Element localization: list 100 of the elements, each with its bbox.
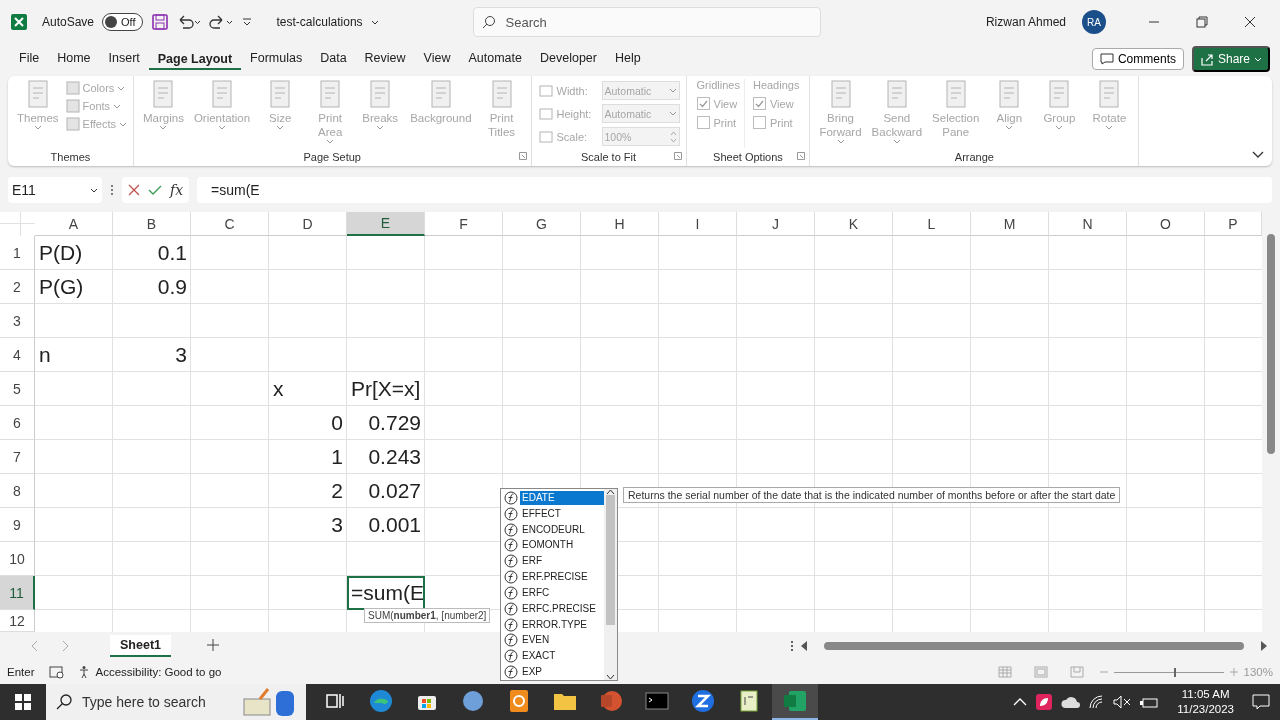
name-box[interactable]: E11 xyxy=(8,177,102,203)
notepad-icon[interactable] xyxy=(738,689,760,713)
scroll-up-icon[interactable] xyxy=(606,489,615,495)
autocomplete-item[interactable]: ERF.PRECISE xyxy=(520,570,590,585)
column-header[interactable]: K xyxy=(815,212,893,236)
speaker-muted-icon[interactable] xyxy=(1113,695,1132,709)
row-header[interactable]: 9 xyxy=(0,508,35,542)
column-header[interactable]: J xyxy=(737,212,815,236)
formula-field[interactable]: =sum(E xyxy=(197,177,1272,203)
scroll-left-icon[interactable] xyxy=(800,641,808,651)
column-header[interactable]: C xyxy=(191,212,269,236)
cloud-icon[interactable] xyxy=(1061,695,1082,709)
menu-tab[interactable]: Home xyxy=(48,47,100,71)
insert-function-button[interactable]: fx xyxy=(170,182,184,198)
autocomplete-item[interactable]: ERFC.PRECISE xyxy=(520,601,598,616)
document-app-icon[interactable] xyxy=(508,689,530,713)
autosave-toggle[interactable]: Off xyxy=(102,13,143,31)
file-name[interactable]: test-calculations xyxy=(276,15,363,29)
row-header[interactable]: 7 xyxy=(0,440,35,474)
menu-tab[interactable]: Developer xyxy=(531,47,606,71)
row-header[interactable]: 1 xyxy=(0,236,35,270)
menu-tab[interactable]: Data xyxy=(311,47,356,71)
row-header[interactable]: 8 xyxy=(0,474,35,508)
row-header[interactable]: 10 xyxy=(0,542,35,576)
column-header[interactable]: N xyxy=(1049,212,1127,236)
row-header[interactable]: 3 xyxy=(0,304,35,338)
cancel-icon[interactable] xyxy=(128,184,140,196)
row-header[interactable]: 12 xyxy=(0,610,35,632)
autocomplete-item[interactable]: EDATE xyxy=(520,490,604,505)
menu-tab[interactable]: View xyxy=(414,47,460,71)
menu-tab[interactable]: File xyxy=(10,47,49,71)
start-icon[interactable] xyxy=(15,694,31,710)
column-header[interactable]: B xyxy=(113,212,191,236)
caret-icon xyxy=(1005,125,1014,130)
close-icon[interactable] xyxy=(1244,16,1256,28)
column-header[interactable]: E xyxy=(347,212,425,236)
column-header[interactable]: A xyxy=(35,212,113,236)
cell-editor[interactable]: =sum(E xyxy=(347,576,425,610)
menu-tab[interactable]: Review xyxy=(355,47,415,71)
autocomplete-item[interactable]: ERFC xyxy=(520,585,552,600)
column-header[interactable]: P xyxy=(1205,212,1262,236)
scroll-down-icon[interactable] xyxy=(606,674,615,680)
zoom-slider-thumb[interactable] xyxy=(1174,667,1177,677)
customize-icon[interactable] xyxy=(240,16,253,28)
column-header[interactable]: O xyxy=(1127,212,1205,236)
search-field[interactable]: Search xyxy=(472,7,821,37)
redo-icon[interactable] xyxy=(208,14,233,30)
autocomplete-item[interactable]: ERROR.TYPE xyxy=(520,617,589,632)
autocomplete-item[interactable]: EFFECT xyxy=(520,506,563,521)
row-header[interactable]: 6 xyxy=(0,406,35,440)
task-view-icon[interactable] xyxy=(325,691,345,711)
taskbar-search-field[interactable]: Type here to search xyxy=(46,684,306,720)
restore-icon[interactable] xyxy=(1196,16,1208,28)
row-header[interactable]: 2 xyxy=(0,270,35,304)
menu-tab[interactable]: Formulas xyxy=(241,47,312,71)
sheet-tab[interactable]: Sheet1 xyxy=(110,635,171,657)
leaf-app-icon[interactable] xyxy=(1035,693,1054,711)
menu-tab[interactable]: Insert xyxy=(99,47,149,71)
scrollbar-thumb[interactable] xyxy=(1267,234,1275,454)
scroll-right-icon[interactable] xyxy=(1260,641,1268,651)
accessibility-status[interactable]: Accessibility: Good to go xyxy=(78,665,222,679)
share-button[interactable]: Share xyxy=(1191,46,1270,72)
folder-icon[interactable] xyxy=(553,691,577,711)
column-header[interactable]: I xyxy=(659,212,737,236)
menu-tab[interactable]: Help xyxy=(605,47,650,71)
scrollbar-thumb[interactable] xyxy=(824,642,1244,650)
spreadsheet-app-icon[interactable] xyxy=(783,690,807,712)
menu-tab[interactable]: Automate xyxy=(459,47,531,71)
comments-button[interactable]: Comments xyxy=(1091,48,1184,70)
autocomplete-item[interactable]: EXP xyxy=(520,665,544,679)
notifications-icon[interactable] xyxy=(1252,694,1270,710)
column-header[interactable]: G xyxy=(503,212,581,236)
column-header[interactable]: M xyxy=(971,212,1049,236)
zigzag-app-icon[interactable] xyxy=(691,689,715,713)
autocomplete-item[interactable]: EVEN xyxy=(520,633,552,648)
row-header[interactable]: 11 xyxy=(0,576,35,610)
row-header[interactable]: 5 xyxy=(0,372,35,406)
circle-logo-icon[interactable] xyxy=(462,690,484,712)
terminal-icon[interactable] xyxy=(645,692,669,710)
scrollbar-thumb[interactable] xyxy=(606,495,615,625)
show-hidden-icon[interactable] xyxy=(1013,697,1028,707)
wave-logo-icon[interactable] xyxy=(369,689,393,713)
autocomplete-item[interactable]: ENCODEURL xyxy=(520,522,587,537)
autocomplete-item[interactable]: EXACT xyxy=(520,649,558,664)
row-header[interactable]: 4 xyxy=(0,338,35,372)
column-header[interactable]: D xyxy=(269,212,347,236)
add-icon[interactable] xyxy=(207,638,219,651)
column-header[interactable]: L xyxy=(893,212,971,236)
autocomplete-item[interactable]: ERF xyxy=(520,554,544,569)
battery-icon[interactable] xyxy=(1139,695,1160,709)
save-icon[interactable] xyxy=(150,13,169,31)
check-icon[interactable] xyxy=(148,184,162,196)
autocomplete-item[interactable]: EOMONTH xyxy=(520,538,576,553)
slides-app-icon[interactable] xyxy=(599,689,623,713)
column-header[interactable]: F xyxy=(425,212,503,236)
clock[interactable]: 11:05 AM 11/23/2023 xyxy=(1177,687,1234,717)
column-header[interactable]: H xyxy=(581,212,659,236)
menu-tab[interactable]: Page Layout xyxy=(148,48,242,70)
user-avatar[interactable]: RA xyxy=(1082,10,1106,34)
macro-icon[interactable] xyxy=(48,665,65,679)
